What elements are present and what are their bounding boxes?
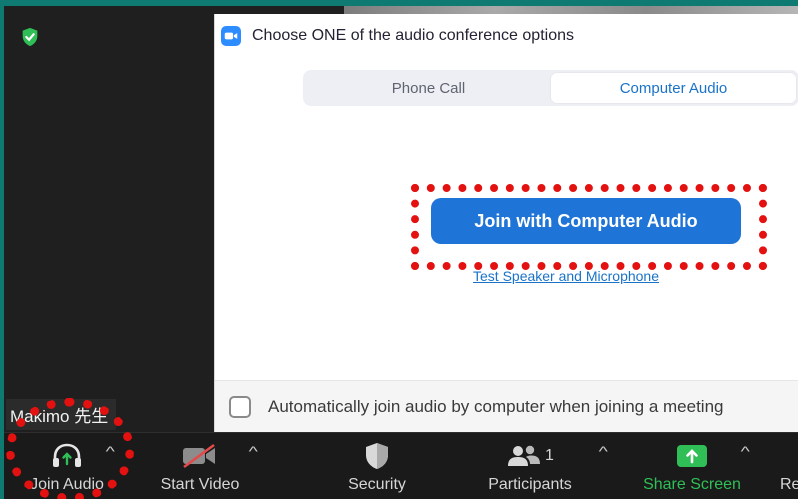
shield-icon: [366, 442, 388, 469]
dialog-title-row: Choose ONE of the audio conference optio…: [215, 14, 798, 58]
security-label: Security: [348, 475, 406, 493]
auto-join-label: Automatically join audio by computer whe…: [268, 396, 724, 416]
start-video-label: Start Video: [160, 475, 240, 493]
auto-join-checkbox[interactable]: [229, 395, 251, 418]
tab-computer-audio[interactable]: Computer Audio: [551, 73, 796, 103]
start-video-button[interactable]: Start Video: [154, 433, 246, 499]
highlight-box: [411, 184, 767, 270]
share-caret-icon[interactable]: ^: [741, 443, 750, 459]
dialog-title: Choose ONE of the audio conference optio…: [252, 27, 574, 44]
share-screen-button[interactable]: Share Screen: [640, 433, 744, 499]
zoom-camera-icon: [221, 26, 241, 46]
encryption-shield-icon[interactable]: [19, 26, 41, 48]
audio-options-dialog: Choose ONE of the audio conference optio…: [214, 14, 798, 432]
share-arrow-icon: [677, 444, 707, 467]
dialog-footer: Automatically join audio by computer whe…: [215, 380, 798, 432]
join-audio-highlight: [6, 398, 134, 499]
tab-phone-call[interactable]: Phone Call: [306, 73, 551, 103]
record-button[interactable]: Re: [780, 433, 798, 499]
test-speaker-link[interactable]: Test Speaker and Microphone: [473, 268, 659, 284]
video-off-icon: [183, 443, 215, 468]
people-icon: [508, 445, 541, 466]
audio-tabs: Phone Call Computer Audio: [303, 70, 798, 106]
participants-button[interactable]: 1 Participants: [480, 433, 580, 499]
record-label: Re: [780, 475, 798, 493]
share-screen-label: Share Screen: [643, 475, 741, 493]
participants-caret-icon[interactable]: ^: [599, 443, 608, 459]
participants-label: Participants: [488, 475, 572, 493]
participant-count: 1: [545, 446, 554, 464]
security-button[interactable]: Security: [334, 433, 420, 499]
video-caret-icon[interactable]: ^: [249, 443, 258, 459]
meeting-stage: Choose ONE of the audio conference optio…: [4, 6, 798, 499]
